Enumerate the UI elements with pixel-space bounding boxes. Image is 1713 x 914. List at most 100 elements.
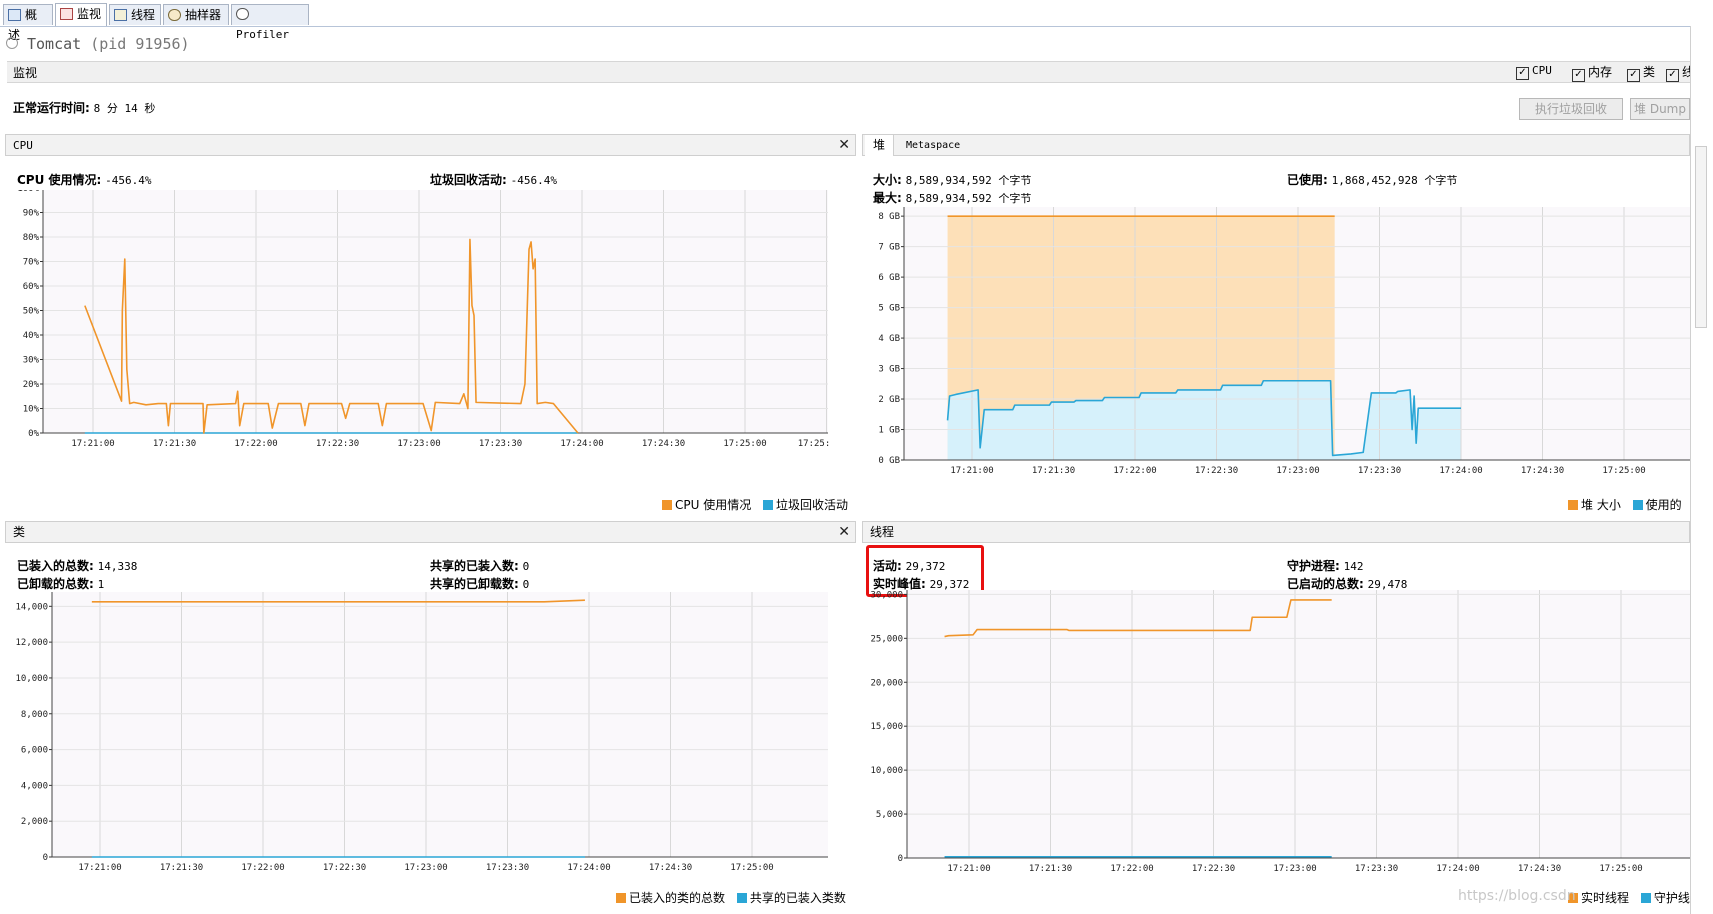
- x-tick-label: 17:21:30: [1029, 864, 1072, 874]
- profiler-icon: [236, 8, 249, 20]
- started-threads-label: 已启动的总数:: [1287, 577, 1364, 591]
- heap-max-label: 最大:: [873, 191, 902, 205]
- y-tick-label: 90%: [23, 209, 40, 219]
- checkbox-label: 类: [1643, 65, 1656, 79]
- close-icon[interactable]: ✕: [838, 135, 850, 155]
- checkbox-check-icon: ✓: [1666, 69, 1679, 82]
- y-tick-label: 10,000: [15, 674, 48, 684]
- y-tick-label: 80%: [23, 233, 40, 243]
- legend-label: 垃圾回收活动: [776, 498, 849, 512]
- tab-label: 线程: [131, 8, 156, 22]
- app-name: Tomcat: [27, 35, 82, 53]
- uptime: 正常运行时间: 8 分 14 秒: [13, 99, 155, 116]
- x-tick-label: 17:22:30: [323, 863, 366, 873]
- x-tick-label: 17:21:00: [71, 439, 114, 449]
- x-tick-label: 17:21:30: [160, 863, 203, 873]
- vertical-scrollbar[interactable]: [1690, 26, 1713, 914]
- shared-loaded-value: 0: [522, 560, 530, 573]
- plot-background: [43, 190, 828, 433]
- classes-chart: 17:21:00 17:21:30 17:22:00 17:22:30 17:23:00…: [15, 592, 828, 873]
- y-tick-label: 10,000: [870, 766, 903, 776]
- tab-overview[interactable]: 概述: [3, 4, 53, 42]
- tab-heap[interactable]: 堆: [865, 135, 895, 156]
- gc-activity-value: -456.4%: [510, 174, 557, 187]
- peak-threads-label: 实时峰值:: [873, 577, 926, 591]
- y-tick-label: 40%: [23, 331, 40, 341]
- x-tick-label: 17:21:00: [947, 864, 990, 874]
- sampler-icon: [168, 9, 181, 21]
- classes-checkbox[interactable]: ✓ 类: [1627, 63, 1655, 82]
- legend-label: CPU 使用情况: [675, 498, 752, 512]
- heap-dump-button[interactable]: 堆 Dump: [1630, 98, 1690, 120]
- threads-legend: 实时线程 守护线: [1560, 889, 1690, 906]
- x-tick-label: 17:24:30: [1521, 466, 1564, 476]
- y-tick-label: 15,000: [870, 722, 903, 732]
- app-title: Tomcat (pid 91956): [27, 35, 190, 53]
- x-tick-label: 17:24:30: [1518, 864, 1561, 874]
- close-icon[interactable]: ✕: [838, 522, 850, 542]
- monitor-section-label: 监视: [13, 66, 38, 80]
- y-tick-label: 2 GB: [878, 395, 900, 405]
- watermark: https://blog.csdn: [1458, 888, 1576, 904]
- x-tick-label: 17:21:00: [78, 863, 121, 873]
- y-tick-label: 5,000: [876, 810, 903, 820]
- shared-unloaded-label: 共享的已卸载数:: [430, 577, 519, 591]
- classes-legend: 已装入的类的总数 共享的已装入类数: [608, 889, 846, 906]
- x-tick-label: 17:25:00: [723, 439, 766, 449]
- y-tick-label: 100%: [17, 190, 39, 194]
- y-tick-label: 0%: [28, 429, 39, 439]
- tab-metaspace[interactable]: Metaspace: [898, 135, 968, 156]
- x-tick-label: 17:21:00: [950, 466, 993, 476]
- x-tick-label: 17:25:00: [730, 863, 773, 873]
- perform-gc-button[interactable]: 执行垃圾回收: [1519, 98, 1623, 120]
- tab-monitor[interactable]: 监视: [55, 3, 107, 26]
- checkbox-check-icon: ✓: [1572, 69, 1585, 82]
- threads-panel-title: 线程: [870, 525, 895, 539]
- x-tick-label: 17:22:00: [234, 439, 277, 449]
- x-tick-label: 17:21:30: [1032, 466, 1075, 476]
- tab-label: Profiler: [236, 28, 289, 41]
- x-tick-label: 17:25:: [798, 439, 831, 449]
- tab-profiler[interactable]: Profiler: [231, 4, 309, 41]
- y-tick-label: 1 GB: [878, 426, 900, 436]
- x-tick-label: 17:22:30: [1195, 466, 1238, 476]
- checkbox-check-icon: ✓: [1516, 67, 1529, 80]
- threads-panel-header: 线程: [862, 521, 1690, 543]
- x-tick-label: 17:25:00: [1602, 466, 1645, 476]
- legend-swatch: [662, 500, 672, 510]
- y-tick-label: 7 GB: [878, 243, 900, 253]
- legend-label: 堆 大小: [1581, 498, 1621, 512]
- x-tick-label: 17:23:00: [1273, 864, 1316, 874]
- legend-swatch: [616, 893, 626, 903]
- loaded-total-stat: 已装入的总数: 14,338: [17, 557, 137, 574]
- legend-label: 实时线程: [1581, 891, 1630, 905]
- y-tick-label: 0: [43, 853, 48, 863]
- x-tick-label: 17:22:00: [241, 863, 284, 873]
- shared-loaded-label: 共享的已装入数:: [430, 559, 519, 573]
- heap-panel-header: 堆 Metaspace: [862, 134, 1690, 156]
- y-tick-label: 25,000: [870, 634, 903, 644]
- memory-checkbox[interactable]: ✓ 内存: [1572, 63, 1612, 82]
- scrollbar-thumb[interactable]: [1695, 146, 1707, 328]
- x-tick-label: 17:22:00: [1113, 466, 1156, 476]
- x-tick-label: 17:24:30: [642, 439, 685, 449]
- y-tick-label: 10%: [23, 405, 40, 415]
- heap-used-value: 1,868,452,928 个字节: [1331, 174, 1458, 187]
- cpu-checkbox[interactable]: ✓ CPU: [1516, 63, 1552, 80]
- gc-activity-label: 垃圾回收活动:: [430, 173, 507, 187]
- x-tick-label: 17:23:30: [479, 439, 522, 449]
- x-tick-label: 17:23:00: [404, 863, 447, 873]
- legend-swatch: [736, 893, 747, 903]
- threads-chart: 17:21:00 17:21:30 17:22:00 17:22:30 17:23:00…: [870, 590, 1690, 874]
- tab-threads[interactable]: 线程: [109, 4, 161, 25]
- cpu-panel-header: CPU ✕: [5, 134, 856, 156]
- heap-used-stat: 已使用: 1,868,452,928 个字节: [1287, 171, 1457, 188]
- checkbox-label: 内存: [1588, 65, 1613, 79]
- tab-sampler[interactable]: 抽样器: [163, 4, 229, 25]
- y-tick-label: 2,000: [21, 817, 48, 827]
- y-tick-label: 4,000: [21, 781, 48, 791]
- x-tick-label: 17:22:30: [1192, 864, 1235, 874]
- plot-background: [52, 592, 828, 857]
- cpu-usage-value: -456.4%: [105, 174, 152, 187]
- x-tick-label: 17:24:00: [560, 439, 603, 449]
